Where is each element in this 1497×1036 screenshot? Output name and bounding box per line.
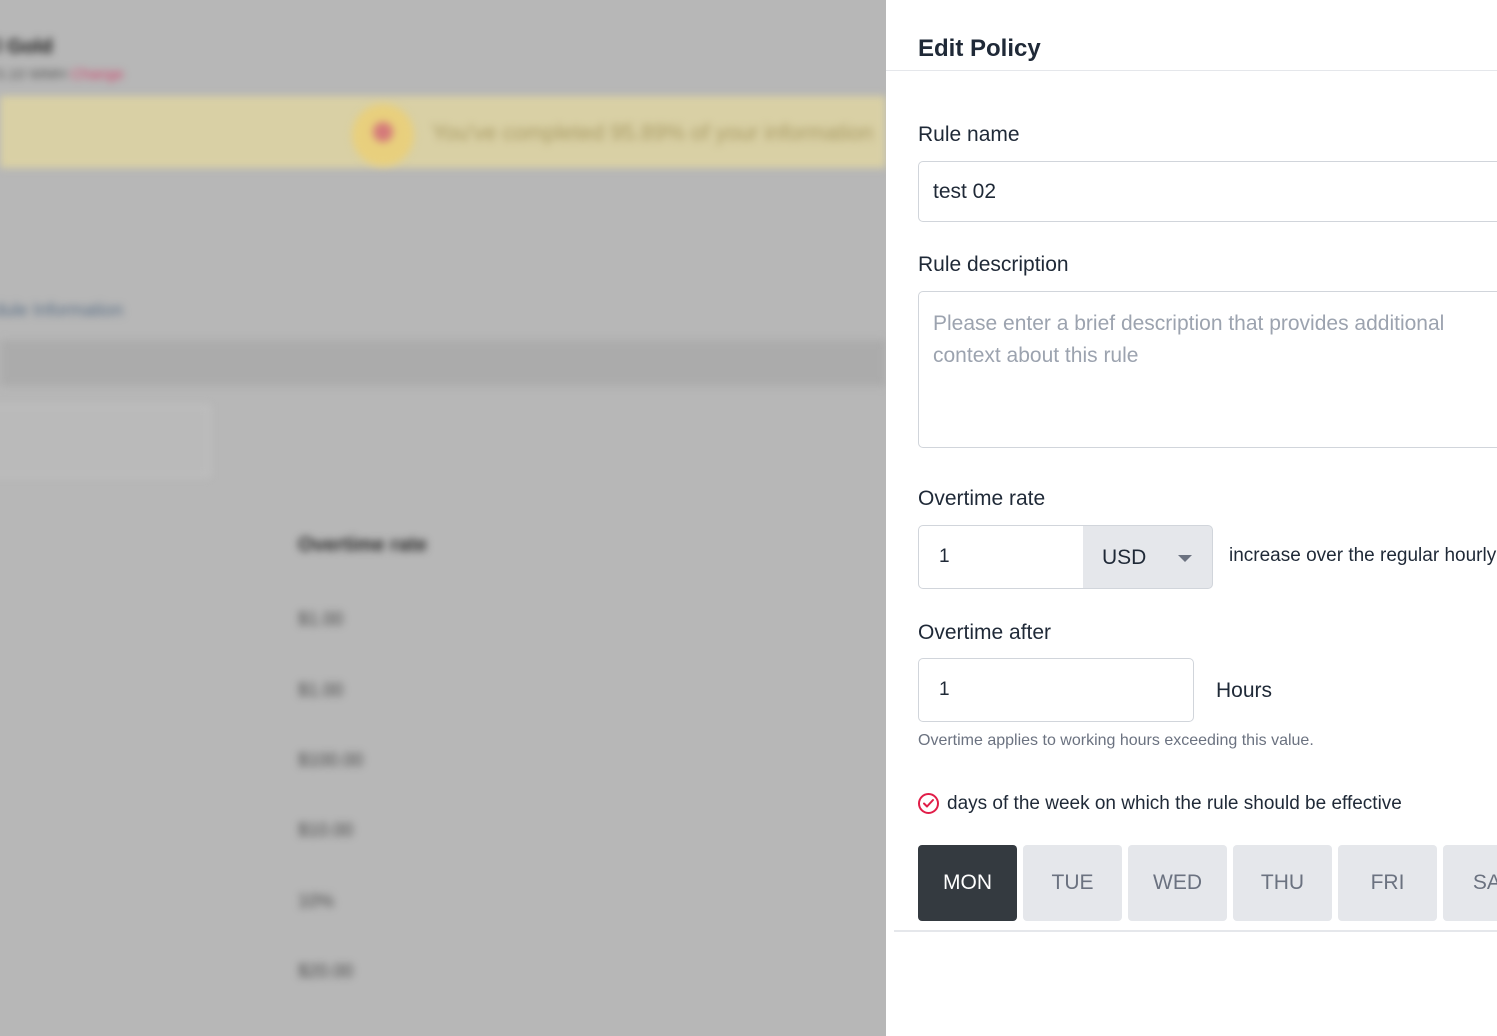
bg-subtitle-text: 5.10 WMH <box>0 66 67 83</box>
day-button-wed[interactable]: WED <box>1128 845 1227 921</box>
drawer-header: Edit Policy <box>886 0 1497 71</box>
caret-down-icon <box>1178 555 1192 562</box>
divider <box>894 930 1497 932</box>
rule-name-input[interactable] <box>918 161 1497 222</box>
bg-table-cell: 10% <box>298 891 335 911</box>
bg-table-cell: $1.00 <box>298 609 344 629</box>
bg-change-link: Change <box>71 66 124 83</box>
day-button-thu[interactable]: THU <box>1233 845 1332 921</box>
warning-icon <box>352 104 414 166</box>
bg-page-title: l Gold <box>0 36 53 58</box>
overtime-after-label: Overtime after <box>918 621 1052 644</box>
bg-section-link: dule Information <box>0 300 124 320</box>
overtime-rate-suffix: increase over the regular hourly rate <box>1229 545 1497 566</box>
currency-select[interactable]: USD <box>1083 525 1213 589</box>
bg-table-cell: $20.00 <box>298 961 354 981</box>
bg-table-cell: $100.00 <box>298 750 364 770</box>
check-icon <box>923 799 934 808</box>
overtime-after-input[interactable] <box>918 658 1194 722</box>
day-button-mon[interactable]: MON <box>918 845 1017 921</box>
drawer-title: Edit Policy <box>918 35 1041 62</box>
overtime-after-helper: Overtime applies to working hours exceed… <box>918 732 1314 749</box>
day-button-fri[interactable]: FRI <box>1338 845 1437 921</box>
currency-value: USD <box>1102 546 1147 569</box>
days-effective-checkbox[interactable] <box>918 793 939 814</box>
bg-table-cell: $10.00 <box>298 820 354 840</box>
overtime-rate-label: Overtime rate <box>918 487 1046 510</box>
bg-table-cell: $1.00 <box>298 680 344 700</box>
overtime-rate-input[interactable] <box>918 525 1084 589</box>
bg-banner-text: You've completed 95.89% of your informat… <box>432 120 874 145</box>
background-page: l Gold 5.10 WMH Change You've completed … <box>0 0 886 1036</box>
rule-description-label: Rule description <box>918 253 1069 276</box>
bg-column-header: Overtime rate <box>298 534 427 556</box>
bg-page-subtitle: 5.10 WMH Change <box>0 66 124 83</box>
bg-tab-strip <box>0 340 886 386</box>
rule-name-label: Rule name <box>918 123 1020 146</box>
day-button-sat[interactable]: SAT <box>1443 845 1497 921</box>
day-button-tue[interactable]: TUE <box>1023 845 1122 921</box>
bg-search-box <box>0 405 210 477</box>
edit-policy-drawer: Edit Policy Rule name Rule description O… <box>886 0 1497 1036</box>
rule-description-input[interactable] <box>918 291 1497 448</box>
days-effective-label: days of the week on which the rule shoul… <box>947 793 1402 814</box>
hours-unit-label: Hours <box>1216 679 1273 702</box>
